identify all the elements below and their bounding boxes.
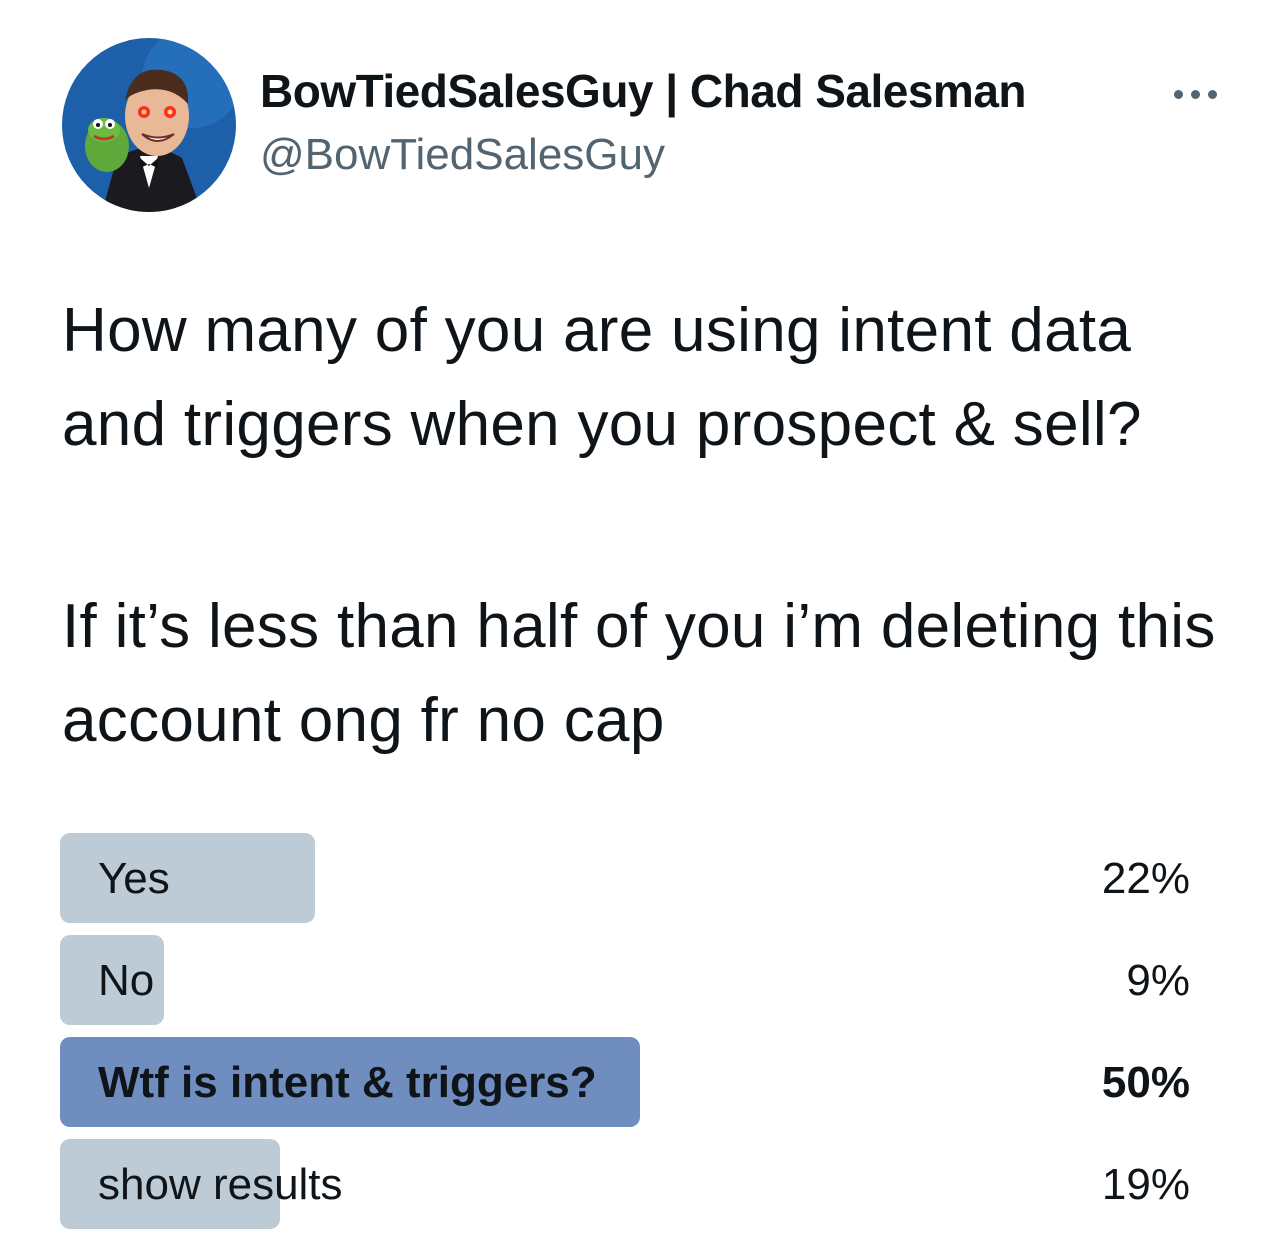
poll-option-label: Yes [98, 854, 170, 903]
more-dot [1208, 90, 1217, 99]
more-dot [1191, 90, 1200, 99]
poll-option[interactable]: No 9% [60, 935, 1190, 1025]
author-handle[interactable]: @BowTiedSalesGuy [260, 130, 665, 180]
poll: Yes 22% No 9% Wtf is intent & triggers? … [60, 833, 1190, 1241]
avatar-image [62, 38, 236, 212]
author-display-name[interactable]: BowTiedSalesGuy | Chad Salesman [260, 64, 1027, 118]
poll-option-percent: 50% [1101, 1058, 1190, 1107]
tweet-text-paragraph: How many of you are using intent data an… [62, 296, 1142, 459]
more-options-icon[interactable] [1170, 80, 1222, 110]
poll-option-label: Wtf is intent & triggers? [98, 1058, 597, 1107]
tweet-text-paragraph: If it’s less than half of you i’m deleti… [62, 592, 1216, 755]
poll-option-percent: 22% [1101, 854, 1190, 903]
poll-option-percent: 9% [1126, 956, 1190, 1005]
poll-option[interactable]: Wtf is intent & triggers? 50% [60, 1037, 1190, 1127]
poll-option[interactable]: show results 19% [60, 1139, 1190, 1229]
poll-option-label: No [98, 956, 155, 1005]
poll-option-label: show results [98, 1160, 343, 1209]
poll-option[interactable]: Yes 22% [60, 833, 1190, 923]
tweet: BowTiedSalesGuy | Chad Salesman @BowTied… [0, 0, 1284, 1241]
more-dot [1174, 90, 1183, 99]
poll-option-percent: 19% [1101, 1160, 1190, 1209]
author-avatar[interactable] [62, 38, 236, 212]
